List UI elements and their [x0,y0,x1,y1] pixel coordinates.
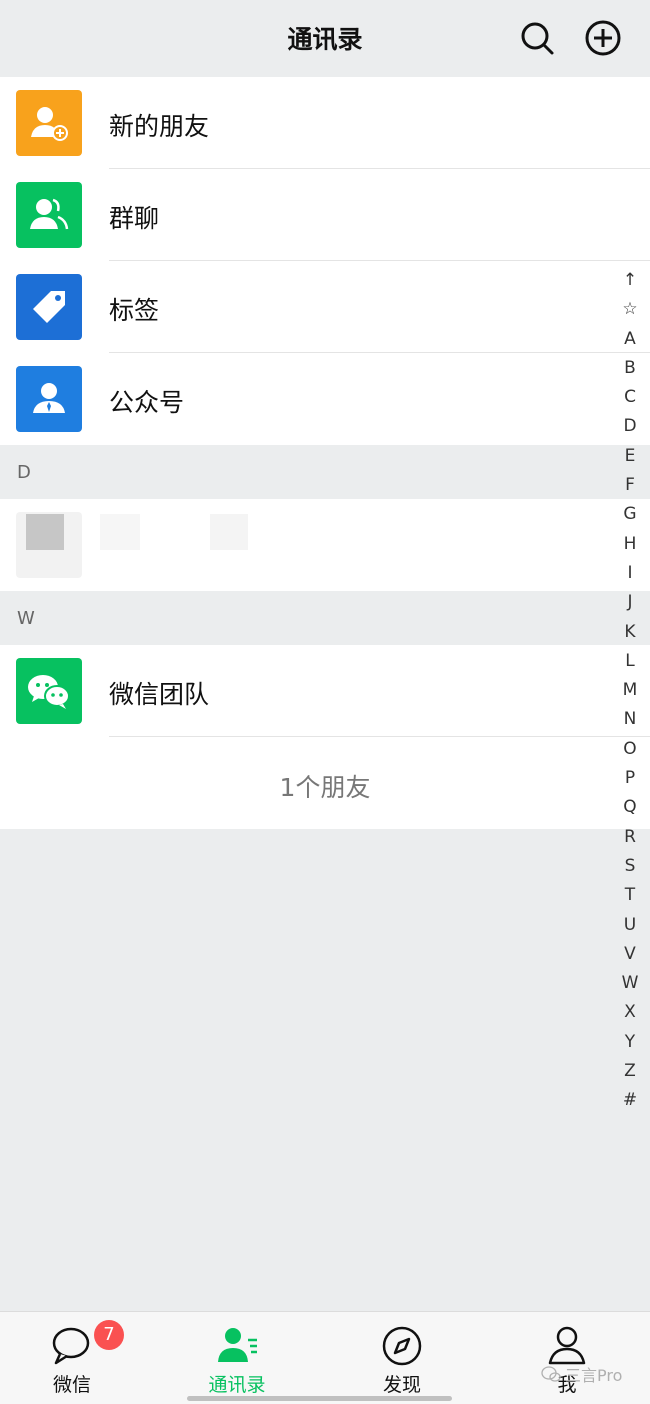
section-header-w: W [0,592,650,645]
new-friends-row[interactable]: 新的朋友 [0,77,650,169]
group-chat-icon [16,182,82,248]
index-letter[interactable]: ↑ [616,266,644,295]
index-letter[interactable]: S [616,852,644,881]
compass-icon [382,1326,422,1366]
wechat-logo-icon [16,658,82,724]
tab-me[interactable]: 我 [507,1312,627,1404]
index-letter[interactable]: T [616,881,644,910]
watermark-text: 三言Pro [565,1366,623,1385]
index-letter[interactable]: E [616,442,644,471]
index-letter[interactable]: L [616,647,644,676]
add-circle-icon[interactable] [583,18,623,58]
tab-discover[interactable]: 发现 [342,1312,462,1404]
row-label: 公众号 [109,388,185,417]
index-letter[interactable]: J [616,588,644,617]
tag-icon [16,274,82,340]
section-header-d: D [0,446,650,499]
official-account-icon [16,366,82,432]
index-letter[interactable]: # [616,1086,644,1115]
index-letter[interactable]: Y [616,1028,644,1057]
index-letter[interactable]: A [616,325,644,354]
tab-contacts[interactable]: 通讯录 [177,1312,297,1404]
index-letter[interactable]: K [616,618,644,647]
wechat-watermark-icon [541,1366,561,1382]
new-friend-icon [16,90,82,156]
home-indicator [187,1396,452,1401]
index-letter[interactable]: W [616,969,644,998]
blurred-name [210,514,248,550]
index-letter[interactable]: G [616,500,644,529]
bottom-tab-bar: 7 微信 通讯录 发现 我 [0,1311,650,1404]
index-letter[interactable]: P [616,764,644,793]
index-letter[interactable]: F [616,471,644,500]
row-label: 标签 [109,296,160,325]
group-chats-row[interactable]: 群聊 [0,169,650,261]
contact-row-wechat-team[interactable]: 微信团队 [0,645,650,737]
tab-chats[interactable]: 7 微信 [12,1312,132,1404]
row-label: 新的朋友 [109,112,210,141]
contact-name: 微信团队 [109,680,210,709]
index-letter[interactable]: O [616,735,644,764]
index-letter[interactable]: X [616,998,644,1027]
watermark: 三言Pro [541,1362,622,1386]
section-letter: W [17,608,35,629]
index-letter[interactable]: M [616,676,644,705]
tab-label: 微信 [52,1374,91,1396]
blurred-avatar-image [26,514,64,550]
contacts-icon [218,1328,257,1362]
friend-count: 1个朋友 [279,773,371,802]
index-letter[interactable]: D [616,412,644,441]
row-label: 群聊 [109,204,160,233]
top-nav-bar: 通讯录 [0,0,650,77]
tab-label: 通讯录 [208,1374,266,1396]
search-icon[interactable] [517,18,557,58]
tab-label: 发现 [382,1374,421,1396]
section-letter: D [17,462,31,483]
index-letter[interactable]: C [616,383,644,412]
index-letter[interactable]: I [616,559,644,588]
index-letter[interactable]: V [616,940,644,969]
divider [109,736,650,737]
unread-badge: 7 [94,1320,124,1350]
contact-row-blurred[interactable] [0,499,650,591]
function-list: 新的朋友 群聊 标签 公众号 [0,77,650,445]
index-letter[interactable]: R [616,823,644,852]
blurred-name [100,514,140,550]
alphabet-index-bar[interactable]: ↑ ☆ A B C D E F G H I J K L M N O P Q R S T U V W X Y Z # [616,266,644,1116]
index-letter[interactable]: H [616,530,644,559]
official-accounts-row[interactable]: 公众号 [0,353,650,445]
index-letter[interactable]: Q [616,793,644,822]
index-letter[interactable]: B [616,354,644,383]
index-letter[interactable]: N [616,705,644,734]
index-letter[interactable]: U [616,911,644,940]
tags-row[interactable]: 标签 [0,261,650,353]
chat-icon [52,1327,90,1365]
index-letter[interactable]: Z [616,1057,644,1086]
index-letter[interactable]: ☆ [616,295,644,324]
